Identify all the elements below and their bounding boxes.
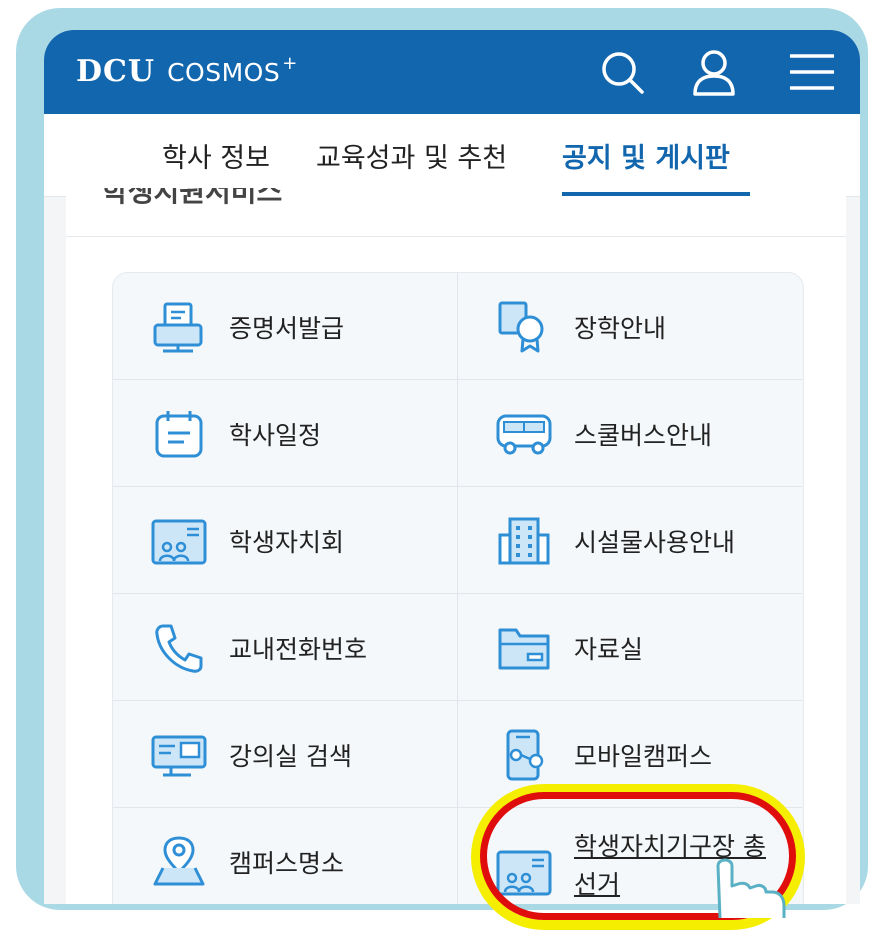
service-facilities[interactable]: 시설물사용안내 (458, 487, 802, 594)
service-label: 강의실 검색 (229, 742, 352, 771)
service-student-council[interactable]: 학생자치회 (113, 487, 458, 594)
map-pin-icon (153, 836, 205, 886)
calendar-icon (155, 411, 203, 458)
service-academic-calendar[interactable]: 학사일정 (113, 380, 458, 487)
logo-dcu-text: DCU (76, 54, 156, 89)
pointing-hand-icon (716, 858, 786, 918)
service-label: 학생자치회 (229, 528, 345, 557)
logo-plus-text: + (282, 53, 298, 74)
service-school-bus[interactable]: 스쿨버스안내 (458, 380, 802, 487)
building-icon (498, 517, 550, 565)
scholarship-medal-icon (498, 301, 544, 353)
certificate-printer-icon (153, 302, 203, 353)
section-title: 학생지원서비스 (102, 188, 283, 208)
service-classroom-search[interactable]: 강의실 검색 (113, 701, 458, 808)
nav-tabs: 학사 정보 교육성과 및 추천 공지 및 게시판 (44, 114, 860, 197)
logo-cosmos-text: COSMOS (167, 58, 281, 87)
service-campus-landmarks[interactable]: 캠퍼스명소 (113, 808, 458, 904)
service-scholarship[interactable]: 장학안내 (458, 273, 802, 380)
phone-icon (155, 624, 203, 673)
service-label: 모바일캠퍼스 (574, 742, 713, 771)
student-council-icon (151, 519, 207, 565)
service-label: 학사일정 (229, 421, 322, 450)
card-divider (66, 236, 846, 237)
dcu-cosmos-logo[interactable]: DCU COSMOS + (76, 53, 298, 89)
app-screen: DCU COSMOS + 학사 정보 교육성과 및 추천 공지 및 게시판 학생… (44, 30, 860, 904)
service-archive[interactable]: 자료실 (458, 594, 802, 701)
bus-icon (496, 414, 552, 455)
tab-education-outcomes[interactable]: 교육성과 및 추천 (316, 136, 507, 175)
user-icon[interactable] (690, 48, 738, 96)
tab-notice-board[interactable]: 공지 및 게시판 (562, 136, 730, 175)
mobile-icon (506, 729, 544, 781)
service-label: 스쿨버스안내 (574, 421, 713, 450)
folder-icon (498, 628, 550, 670)
section-title-cut: 학생지원서비스 (102, 188, 342, 210)
service-label: 증명서발급 (229, 314, 345, 343)
search-icon[interactable] (598, 48, 646, 96)
classroom-icon (151, 735, 207, 777)
tab-academic-info[interactable]: 학사 정보 (162, 136, 270, 175)
service-certificate[interactable]: 증명서발급 (113, 273, 458, 380)
service-label: 교내전화번호 (229, 635, 368, 664)
service-label: 자료실 (574, 635, 644, 664)
top-header: DCU COSMOS + (44, 30, 860, 114)
service-phone-directory[interactable]: 교내전화번호 (113, 594, 458, 701)
service-label: 시설물사용안내 (574, 528, 736, 557)
service-label: 캠퍼스명소 (229, 849, 345, 878)
menu-icon[interactable] (788, 48, 836, 96)
service-label: 장학안내 (574, 314, 667, 343)
